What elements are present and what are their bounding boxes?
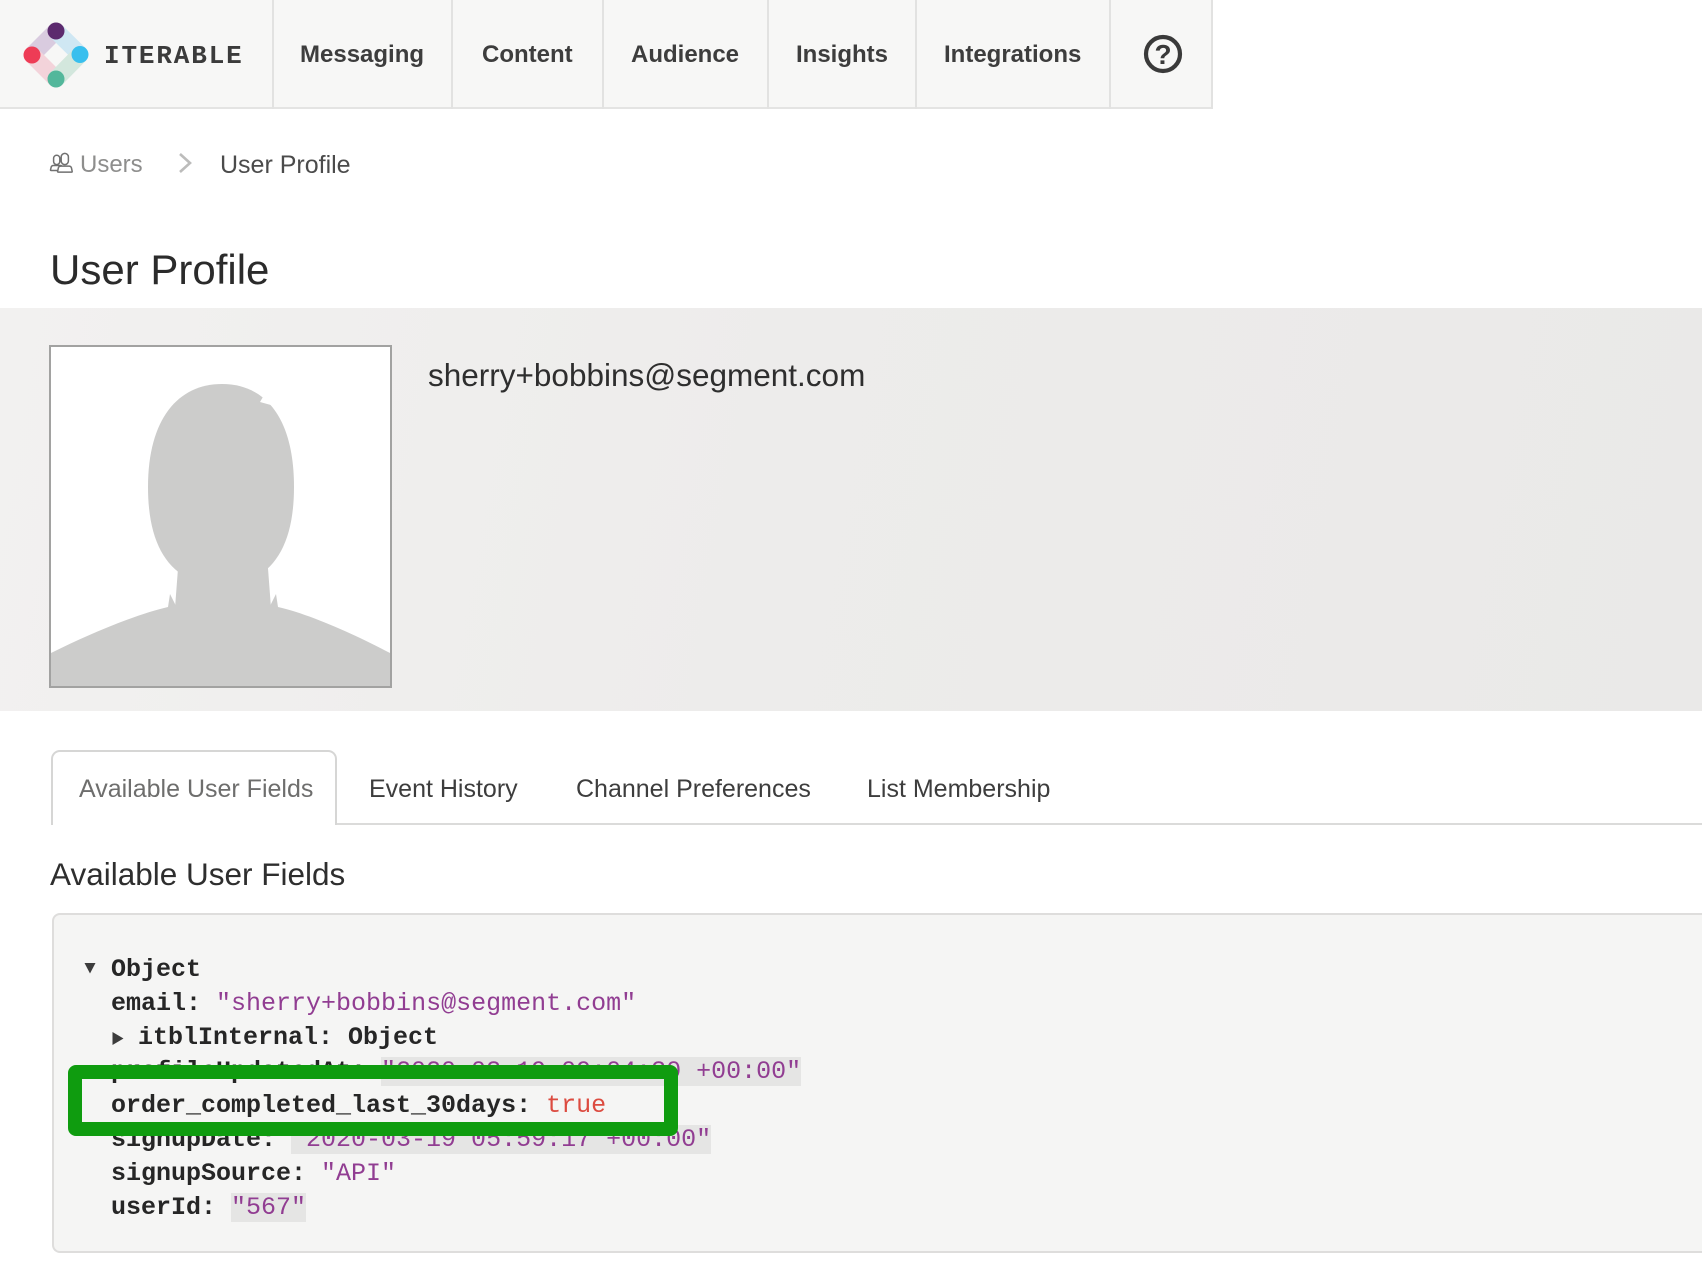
- svg-text:?: ?: [1154, 39, 1171, 70]
